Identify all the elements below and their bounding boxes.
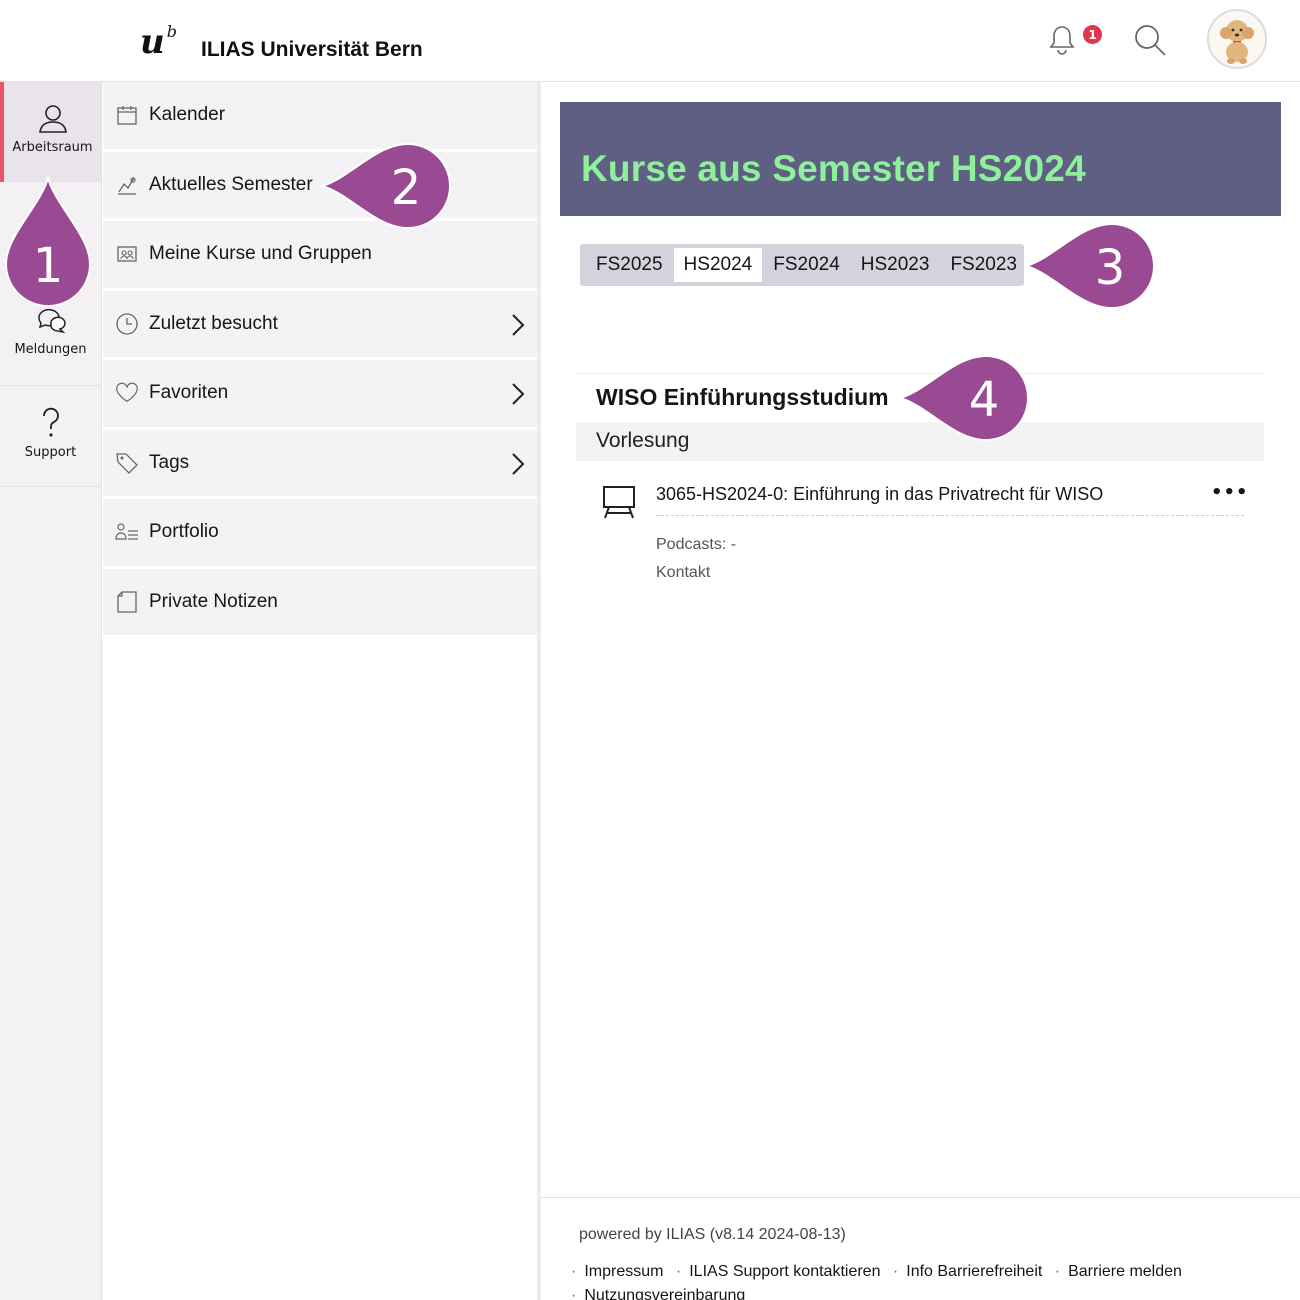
callout-number: 3 xyxy=(1095,240,1126,296)
tab-fs2025[interactable]: FS2025 xyxy=(586,248,673,282)
user-avatar[interactable] xyxy=(1207,9,1267,69)
question-mark-icon xyxy=(42,407,59,437)
footer-link-support[interactable]: ILIAS Support kontaktieren xyxy=(689,1263,880,1280)
chat-bubbles-icon xyxy=(37,308,66,334)
mainbar-item-arbeitsraum[interactable]: Arbeitsraum xyxy=(0,82,101,182)
callout-2: 2 xyxy=(320,142,451,230)
mainbar-item-support[interactable]: Support xyxy=(0,407,101,487)
page-title: Kurse aus Semester HS2024 xyxy=(581,148,1086,189)
mainbar-label: Support xyxy=(24,445,77,460)
footer-link-nutzungsvereinbarung[interactable]: Nutzungsvereinbarung xyxy=(584,1287,745,1300)
course-actions-button[interactable]: ••• xyxy=(1211,482,1249,503)
mainbar-label: Meldungen xyxy=(14,342,87,357)
person-icon xyxy=(38,105,67,133)
tab-hs2023[interactable]: HS2023 xyxy=(851,248,940,282)
chevron-right-icon[interactable] xyxy=(511,382,525,406)
course-property-contact[interactable]: Kontakt xyxy=(656,564,710,582)
footer-link-barrierefreiheit[interactable]: Info Barrierefreiheit xyxy=(906,1263,1042,1280)
course-title-link[interactable]: 3065-HS2024-0: Einführung in das Privatr… xyxy=(656,484,1103,505)
footer-links: · Impressum · ILIAS Support kontaktieren ·… xyxy=(563,1260,1283,1300)
note-icon xyxy=(115,590,139,614)
footer-link-impressum[interactable]: Impressum xyxy=(584,1263,663,1280)
course-property-podcasts: Podcasts: - xyxy=(656,536,737,553)
bell-icon[interactable] xyxy=(1042,20,1082,60)
search-icon[interactable] xyxy=(1130,20,1170,60)
slate-item-private-notizen[interactable]: Private Notizen xyxy=(103,568,539,638)
slate-panel: Kalender Aktuelles Semester Meine Kurse … xyxy=(103,82,539,1300)
group-title: WISO Einführungsstudium xyxy=(596,384,889,410)
calendar-icon xyxy=(115,103,139,127)
courses-groups-icon xyxy=(115,242,139,266)
slate-item-tags[interactable]: Tags xyxy=(103,429,539,499)
slate-item-label: Tags xyxy=(149,451,190,473)
callout-3: 3 xyxy=(1024,222,1155,310)
heart-icon xyxy=(115,381,139,405)
chevron-right-icon[interactable] xyxy=(511,452,525,476)
slate-item-label: Zuletzt besucht xyxy=(149,312,278,334)
semester-view-control: FS2025 HS2024 FS2024 HS2023 FS2023 xyxy=(580,244,1024,286)
slate-item-label: Aktuelles Semester xyxy=(149,173,313,195)
callout-number: 4 xyxy=(969,372,1000,428)
chevron-right-icon[interactable] xyxy=(511,313,525,337)
slate-item-label: Favoriten xyxy=(149,382,229,404)
top-header: ub ILIAS Universität Bern 1 xyxy=(0,0,1300,82)
slate-item-label: Private Notizen xyxy=(149,590,278,612)
callout-number: 1 xyxy=(33,238,64,294)
divider xyxy=(656,515,1244,516)
slate-item-label: Portfolio xyxy=(149,521,219,543)
subgroup-title: Vorlesung xyxy=(596,429,690,452)
app-title[interactable]: ILIAS Universität Bern xyxy=(201,38,423,62)
callout-4: 4 xyxy=(898,354,1029,442)
unibe-logo[interactable]: ub xyxy=(140,22,177,62)
notification-badge: 1 xyxy=(1083,25,1102,44)
powered-by-text: powered by ILIAS (v8.14 2024-08-13) xyxy=(579,1226,846,1243)
slate-item-label: Meine Kurse und Gruppen xyxy=(149,243,372,265)
footer-link-barriere-melden[interactable]: Barriere melden xyxy=(1068,1263,1182,1280)
tab-fs2024[interactable]: FS2024 xyxy=(763,248,850,282)
slate-item-label: Kalender xyxy=(149,104,226,126)
mainbar-item-meldungen[interactable]: Meldungen xyxy=(0,302,101,386)
semester-icon xyxy=(115,173,139,197)
tab-fs2023[interactable]: FS2023 xyxy=(940,248,1027,282)
page-banner: Kurse aus Semester HS2024 xyxy=(560,102,1281,216)
slate-item-favoriten[interactable]: Favoriten xyxy=(103,360,539,430)
portfolio-icon xyxy=(115,520,139,544)
dog-avatar-icon xyxy=(1220,20,1254,64)
page-footer: powered by ILIAS (v8.14 2024-08-13) · Imp… xyxy=(541,1197,1300,1300)
mainbar-label: Arbeitsraum xyxy=(12,140,93,155)
callout-1: 1 xyxy=(4,176,92,307)
tag-icon xyxy=(115,451,139,475)
slate-item-zuletzt-besucht[interactable]: Zuletzt besucht xyxy=(103,290,539,360)
callout-number: 2 xyxy=(391,160,422,216)
clock-icon xyxy=(115,312,139,336)
main-content: Kurse aus Semester HS2024 FS2025 HS2024 … xyxy=(541,82,1300,1300)
lecture-board-icon xyxy=(601,484,637,524)
slate-item-portfolio[interactable]: Portfolio xyxy=(103,499,539,569)
tab-hs2024[interactable]: HS2024 xyxy=(673,248,763,282)
